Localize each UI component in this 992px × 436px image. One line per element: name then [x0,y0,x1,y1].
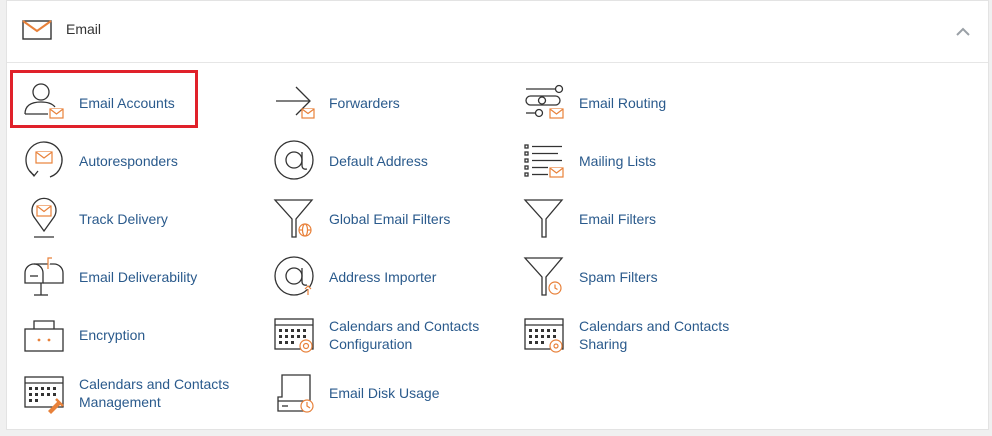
location-pin-icon [31,197,57,238]
item-label: Encryption [79,327,146,343]
chevron-up-icon[interactable] [954,23,972,41]
item-label: Calendars and Contacts Management [79,376,230,410]
mailing-lists-link[interactable]: Mailing Lists [522,139,762,191]
item-label: Mailing Lists [579,153,657,169]
item-label: Global Email Filters [329,211,451,227]
forwarders-link[interactable]: Forwarders [272,81,512,133]
email-section-panel: Email Email Accounts Forwarders Email Ro… [6,0,989,430]
item-label: Track Delivery [79,211,168,227]
mailing-list-icon [524,144,564,178]
item-label: Default Address [329,153,428,169]
lock-icon [24,320,64,352]
item-label: Email Routing [579,95,667,111]
email-disk-usage-link[interactable]: Email Disk Usage [272,371,512,423]
track-delivery-link[interactable]: Track Delivery [22,197,262,249]
item-label: Address Importer [329,269,437,285]
disk-usage-icon [277,374,314,413]
item-label: Forwarders [329,95,400,111]
encryption-link[interactable]: Encryption [22,313,262,365]
item-label: Email Disk Usage [329,385,440,401]
item-label: Spam Filters [579,269,658,285]
calendar-manage-icon [24,376,64,414]
envelope-icon [22,20,52,40]
spam-filters-link[interactable]: Spam Filters [522,255,762,307]
default-address-link[interactable]: Default Address [272,139,512,191]
highlight-box [10,70,198,128]
autoresponders-link[interactable]: Autoresponders [22,139,262,191]
global-email-filters-link[interactable]: Global Email Filters [272,197,512,249]
forward-arrow-icon [276,86,315,119]
calendar-share-icon [524,318,564,353]
section-header[interactable]: Email [7,1,988,63]
filter-icon [523,199,564,238]
item-label: Calendars and Contacts Sharing [579,318,730,352]
email-filters-link[interactable]: Email Filters [522,197,762,249]
item-label: Calendars and Contacts Configuration [329,318,480,352]
routing-icon [525,84,564,119]
calendar-config-icon [274,318,314,353]
at-sign-icon [274,140,314,180]
spam-filter-icon [523,257,564,296]
item-label: Email Deliverability [79,269,198,285]
section-title: Email [66,21,102,37]
email-deliverability-link[interactable]: Email Deliverability [22,255,262,307]
import-icon [274,256,314,296]
item-label: Email Filters [579,211,657,227]
email-routing-link[interactable]: Email Routing [522,81,762,133]
autoresponder-icon [25,141,63,178]
calendars-contacts-sharing-link[interactable]: Calendars and Contacts Sharing [522,313,762,365]
calendars-contacts-management-link[interactable]: Calendars and Contacts Management [22,371,262,423]
item-label: Autoresponders [79,153,178,169]
global-filter-icon [273,199,314,238]
calendars-contacts-configuration-link[interactable]: Calendars and Contacts Configuration [272,313,512,365]
address-importer-link[interactable]: Address Importer [272,255,512,307]
mailbox-icon [24,257,64,296]
